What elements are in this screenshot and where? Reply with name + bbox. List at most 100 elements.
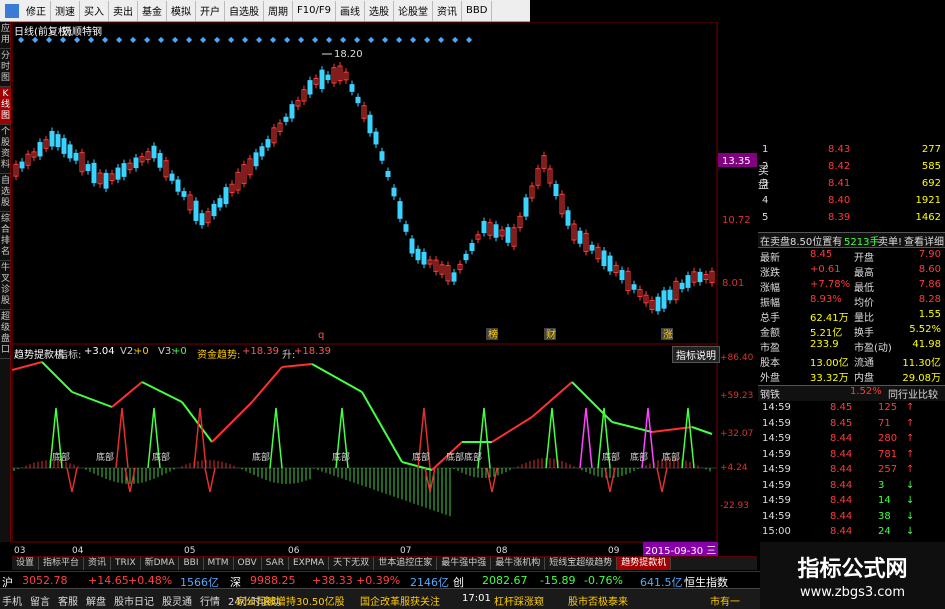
signal-diamond: ◆	[312, 35, 319, 44]
signal-diamond: ◆	[214, 35, 221, 44]
indicator-tab[interactable]: 世本追控庄家	[374, 557, 438, 570]
event-marker: 财	[546, 328, 556, 341]
leftnav-item[interactable]: 应用	[0, 22, 11, 49]
candle-body	[631, 284, 637, 290]
details-link[interactable]: 查看详细	[904, 233, 944, 248]
news-2[interactable]: 国企改革服获关注	[360, 593, 440, 608]
status-item[interactable]: 股灵通	[162, 593, 192, 608]
stat-label-2: 最低	[854, 283, 874, 294]
stat-row: 股本 13.00亿 流通 11.30亿	[758, 354, 945, 370]
indicator-tab[interactable]: MTM	[204, 557, 234, 570]
candle-body	[211, 203, 217, 217]
signal-diamond: ◆	[452, 35, 459, 44]
news-4[interactable]: 股市否极泰来	[568, 593, 628, 608]
status-item[interactable]: 股市日记	[114, 593, 154, 608]
tick-price: 8.44	[830, 495, 853, 506]
signal-spike	[115, 407, 129, 469]
indicator-tab[interactable]: EXPMA	[289, 557, 330, 570]
leftnav-item[interactable]: 综合排名	[0, 212, 11, 261]
candle-body	[67, 144, 73, 159]
sz-pct: +0.39%	[356, 574, 401, 587]
tick-volume: 24	[878, 526, 891, 537]
signal-diamond: ◆	[186, 35, 193, 44]
candle-body	[505, 227, 511, 243]
indicator-idx-value: +3.04	[84, 346, 115, 357]
leftnav-item[interactable]: K线图	[0, 87, 11, 125]
toolbar-button[interactable]: 测速	[51, 0, 80, 21]
toolbar-button[interactable]: 周期	[264, 0, 293, 21]
high-price-label: 18.20	[334, 49, 363, 60]
tick-row: 14:59 8.44 280 ↑	[758, 433, 945, 449]
status-item[interactable]: 解盘	[86, 593, 106, 608]
buy-price: 8.41	[828, 178, 851, 189]
candle-body	[349, 84, 355, 92]
indicator-tab[interactable]: 指标平台	[39, 557, 85, 570]
news-1[interactable]: 家公司被增持30.50亿股	[236, 593, 345, 608]
leftnav-item[interactable]: 牛叉诊股	[0, 261, 11, 310]
candle-body	[19, 161, 25, 169]
toolbar-button[interactable]: 基金	[138, 0, 167, 21]
toolbar-button[interactable]: 买入	[80, 0, 109, 21]
tick-volume: 280	[878, 433, 898, 444]
indicator-tab[interactable]: 新DMA	[141, 557, 180, 570]
signal-diamond: ◆	[382, 35, 389, 44]
toolbar-button[interactable]: 自选股	[225, 0, 264, 21]
buy-side-label: 买盘	[758, 164, 769, 191]
toolbar-button[interactable]: 修正	[22, 0, 51, 21]
indicator-tab[interactable]: 短线宝超级趋势	[545, 557, 618, 570]
indicator-tab[interactable]: 最牛涨机构	[491, 557, 546, 570]
leftnav-item[interactable]: 自选股	[0, 174, 11, 212]
toolbar-button[interactable]: 模拟	[167, 0, 196, 21]
order-book-panel: 1 8.43 277 2 8.42 585 3 8.41 692 4 8.40 1921 5 8.39 14…	[758, 142, 945, 562]
indicator-tab[interactable]: SAR	[262, 557, 289, 570]
leftnav-item[interactable]: 个股资料	[0, 125, 11, 174]
candle-body	[493, 224, 499, 238]
indicator-tab[interactable]: 资讯	[84, 557, 112, 570]
toolbar-button[interactable]: F10/F9	[293, 0, 336, 21]
candle-body	[679, 282, 685, 290]
candle-body	[367, 114, 373, 134]
signal-diamond: ◆	[326, 35, 333, 44]
toolbar-button[interactable]: BBD	[462, 0, 493, 21]
tick-volume: 257	[878, 464, 898, 475]
signal-label: 底部	[96, 451, 114, 463]
indicator-name[interactable]: 趋势提款机	[14, 346, 64, 361]
indicator-tab[interactable]: OBV	[234, 557, 262, 570]
status-item[interactable]: 客服	[58, 593, 78, 608]
candle-body	[319, 69, 325, 90]
stock-name: 抚顺特钢	[62, 27, 102, 38]
candle-body	[619, 269, 625, 281]
leftnav-item[interactable]: 分时图	[0, 49, 11, 87]
indicator-tab[interactable]: BBI	[179, 557, 204, 570]
status-item[interactable]: 留言	[30, 593, 50, 608]
indicator-axis-label: -22.93	[720, 501, 749, 511]
news-time: 17:01	[462, 593, 491, 604]
toolbar-button[interactable]: 论股堂	[394, 0, 433, 21]
industry-compare-button[interactable]: 同行业比较	[888, 386, 938, 401]
trend-line-segment	[251, 366, 283, 403]
candle-body	[379, 151, 385, 161]
leftnav-item[interactable]: 超级盘口	[0, 310, 11, 359]
toolbar-button[interactable]: 开户	[196, 0, 225, 21]
stat-value: 8.45	[810, 249, 833, 260]
tick-time: 14:59	[762, 402, 791, 413]
indicator-tab[interactable]: 趋势提款机	[617, 557, 672, 570]
toolbar-button[interactable]: 卖出	[109, 0, 138, 21]
indicator-tab[interactable]: 设置	[12, 557, 40, 570]
news-3[interactable]: 杠杆踩涨窥	[494, 593, 544, 608]
toolbar-button[interactable]: 选股	[365, 0, 394, 21]
signal-spike-down	[656, 467, 668, 493]
indicator-tab[interactable]: 最牛强中强	[437, 557, 492, 570]
candle-body	[655, 296, 661, 312]
toolbar-button[interactable]: 画线	[336, 0, 365, 21]
status-item[interactable]: 手机	[2, 593, 22, 608]
toolbar-button[interactable]: 资讯	[433, 0, 462, 21]
candle-body	[355, 96, 361, 104]
news-5[interactable]: 市有一	[710, 593, 740, 608]
indicator-help-button[interactable]: 指标说明	[672, 346, 720, 363]
indicator-tab[interactable]: 天下无双	[329, 557, 375, 570]
indicator-tab[interactable]: TRIX	[111, 557, 141, 570]
tick-time: 14:59	[762, 448, 791, 460]
event-marker: 榜	[488, 328, 498, 341]
status-item[interactable]: 行情	[200, 593, 220, 608]
